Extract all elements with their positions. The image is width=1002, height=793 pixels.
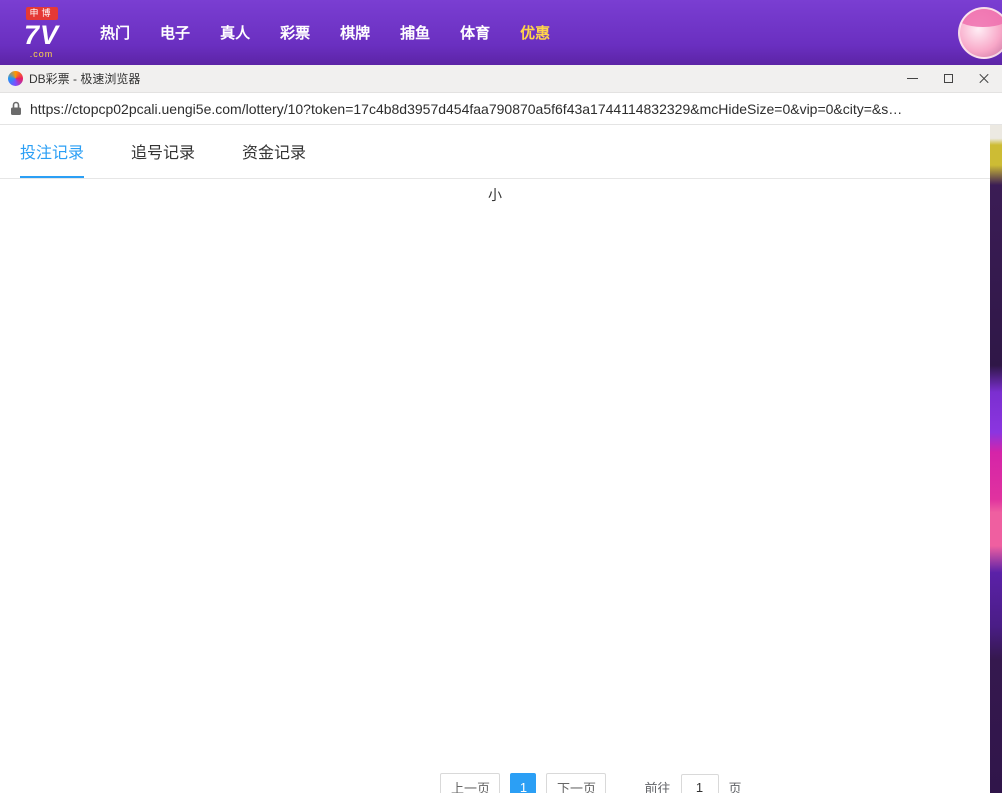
bet-record-table: 投注时间彩种-玩法期号投注内容投注金额状态 2025-04-08 20:29:5… — [0, 269, 990, 703]
minimize-icon — [907, 78, 918, 79]
browser-titlebar: DB彩票 - 极速浏览器 — [0, 65, 1002, 93]
record-tabs: 投注记录 追号记录 资金记录 — [0, 125, 990, 179]
nav-item-4[interactable]: 彩票 — [280, 22, 310, 43]
browser-addressbar: https://ctopcp02pcali.uengi5e.com/lotter… — [0, 93, 1002, 125]
logo-text: 7V — [24, 22, 59, 49]
site-nav: 热门 电子 真人 彩票 棋牌 捕鱼 体育 优惠 — [85, 22, 565, 43]
goto-page-input[interactable] — [681, 774, 719, 793]
close-icon — [978, 73, 990, 85]
minimize-button[interactable] — [894, 65, 930, 92]
page-suffix-label: 页 — [729, 778, 742, 793]
lock-icon — [10, 101, 22, 116]
site-logo[interactable]: 申博 7V .com — [24, 7, 59, 59]
tab-3[interactable]: 资金记录 — [242, 139, 306, 178]
address-url[interactable]: https://ctopcp02pcali.uengi5e.com/lotter… — [30, 101, 902, 117]
nav-item-2[interactable]: 电子 — [160, 22, 190, 43]
tab-2[interactable]: 追号记录 — [131, 139, 195, 178]
next-page-button[interactable]: 下一页 — [546, 773, 606, 793]
nav-item-7[interactable]: 体育 — [460, 22, 490, 43]
current-page-button[interactable]: 1 — [510, 773, 536, 793]
nav-item-3[interactable]: 真人 — [220, 22, 250, 43]
table-row: 2025-04-08 18:40:22澳洲幸运10-第三名大小21208590小… — [0, 663, 990, 703]
maximize-button[interactable] — [930, 65, 966, 92]
browser-window: DB彩票 - 极速浏览器 https://ctopcp02pcali.uengi… — [0, 65, 1002, 793]
nav-item-1[interactable]: 热门 — [100, 22, 130, 43]
lottery-record-page: 投注记录追号记录资金记录 查询时间 : 今天昨天前天近7天近20天(低频) 彩种… — [0, 125, 990, 793]
pagination: 上一页 1 下一页 前往 页 — [96, 773, 990, 793]
logo-domain-text: .com — [30, 50, 54, 59]
cell-content: 小 — [0, 185, 990, 793]
maximize-icon — [944, 74, 953, 83]
page-edge-strip — [990, 125, 1002, 793]
tab-1[interactable]: 投注记录 — [20, 139, 84, 178]
browser-app-icon — [8, 71, 23, 86]
site-header: 申博 7V .com 热门 电子 真人 彩票 棋牌 捕鱼 体育 优惠 — [0, 0, 1002, 65]
close-button[interactable] — [966, 65, 1002, 92]
nav-item-6[interactable]: 捕鱼 — [400, 22, 430, 43]
browser-window-title: DB彩票 - 极速浏览器 — [29, 70, 140, 87]
window-controls — [894, 65, 1002, 92]
prev-page-button[interactable]: 上一页 — [440, 773, 500, 793]
nav-item-5[interactable]: 棋牌 — [340, 22, 370, 43]
user-avatar[interactable] — [958, 7, 1002, 59]
goto-page-label: 前往 — [644, 778, 670, 793]
table-body: 2025-04-08 20:29:53澳洲幸运10-第三名大小21208612大… — [0, 303, 990, 703]
nav-item-8[interactable]: 优惠 — [520, 22, 550, 43]
logo-badge: 申博 — [26, 7, 58, 20]
